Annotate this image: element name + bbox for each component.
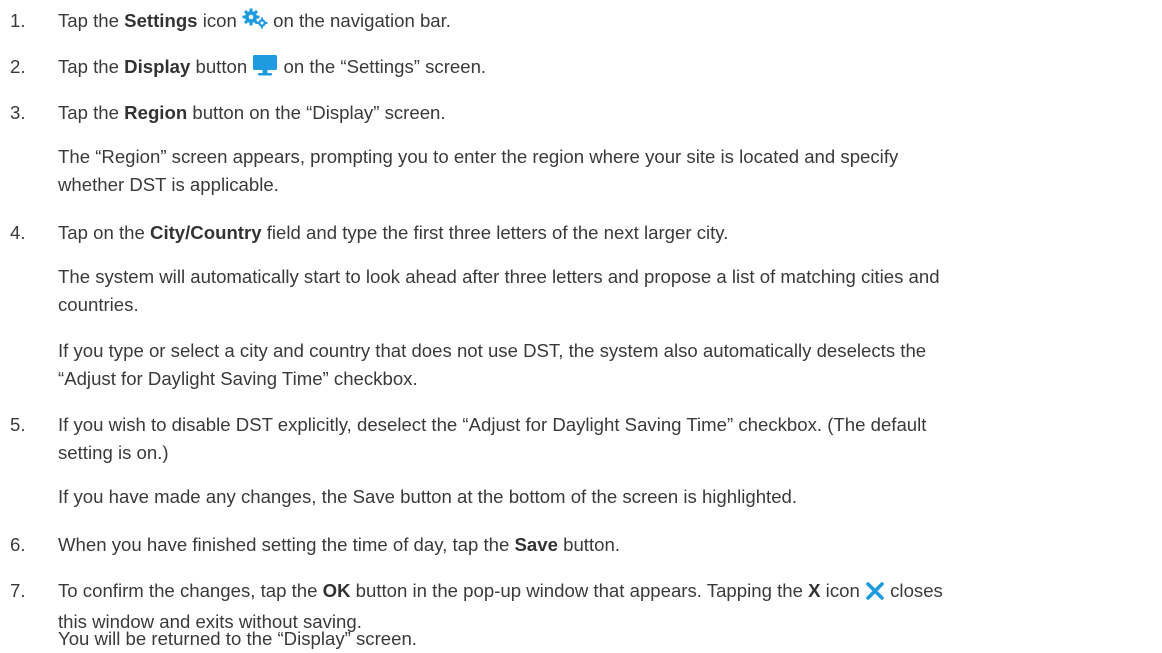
gears-icon: [242, 8, 268, 38]
step-3-note: The “Region” screen appears, prompting y…: [58, 146, 899, 195]
step-4-note: The system will automatically start to l…: [58, 266, 940, 315]
step-4-note-2: If you type or select a city and country…: [58, 340, 927, 389]
monitor-icon: [252, 54, 278, 84]
step-number: 6.: [10, 534, 26, 555]
x-label: X: [808, 580, 821, 601]
step-text: Tap the Settings icon on the navigation …: [58, 7, 1140, 38]
step-number: 1.: [10, 10, 26, 31]
step-text: Tap the Display button on the “Settings”…: [58, 53, 1140, 84]
step-number: 5.: [10, 414, 26, 435]
close-icon: [865, 580, 885, 608]
city-country-label: City/Country: [150, 222, 262, 243]
step-5-note: If you have made any changes, the Save b…: [58, 486, 798, 507]
step-number: 4.: [10, 222, 26, 243]
instruction-document: 1. Tap the Settings icon on the navigati…: [0, 0, 1162, 651]
step-text: When you have finished setting the time …: [58, 534, 620, 555]
step-number: 3.: [10, 102, 26, 123]
save-label: Save: [514, 534, 558, 555]
region-label: Region: [124, 102, 188, 123]
step-7-note: You will be returned to the “Display” sc…: [58, 628, 417, 649]
ok-label: OK: [322, 580, 351, 601]
step-text: Tap the Region button on the “Display” s…: [58, 102, 446, 123]
settings-label: Settings: [124, 10, 198, 31]
step-text: If you wish to disable DST explicitly, d…: [58, 414, 927, 463]
step-text: Tap on the City/Country field and type t…: [58, 222, 729, 243]
display-label: Display: [124, 56, 191, 77]
step-number: 2.: [10, 56, 26, 77]
step-number: 7.: [10, 580, 26, 601]
